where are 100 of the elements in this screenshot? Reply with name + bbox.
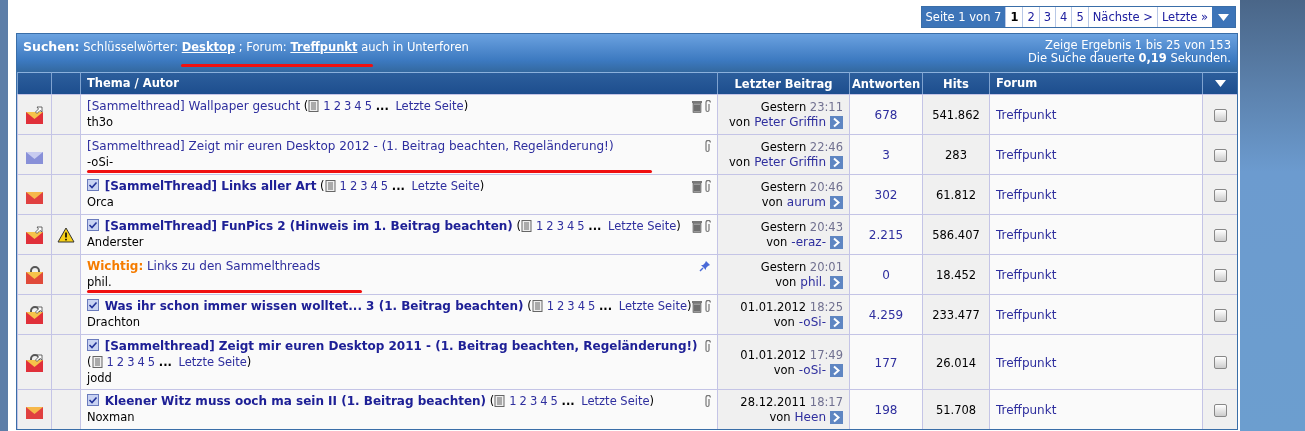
select-checkbox[interactable] bbox=[1213, 308, 1227, 322]
dropdown-button[interactable] bbox=[1212, 7, 1235, 27]
page-link[interactable]: 1 bbox=[323, 99, 331, 113]
column-header bbox=[17, 72, 51, 94]
reply-count-link[interactable]: 2.215 bbox=[868, 227, 904, 243]
page-link[interactable]: 1 bbox=[106, 355, 114, 369]
page-link[interactable]: 3 bbox=[529, 394, 538, 408]
select-checkbox[interactable] bbox=[1213, 148, 1227, 162]
page-link[interactable]: 4 bbox=[354, 99, 362, 113]
user-link[interactable]: aurum bbox=[786, 195, 826, 210]
forum-link[interactable]: Treffpunkt bbox=[996, 307, 1196, 323]
page-link[interactable]: 4 bbox=[567, 219, 575, 233]
forum-link[interactable]: Treffpunkt bbox=[996, 354, 1196, 371]
forum-link[interactable]: Treffpunkt bbox=[996, 267, 1196, 283]
forum-link[interactable]: Treffpunkt bbox=[996, 107, 1196, 123]
page-link[interactable]: 1 bbox=[536, 219, 544, 233]
page-link[interactable]: 5 bbox=[380, 179, 389, 193]
thread-title-link[interactable]: [Sammelthread] Zeigt mir euren Desktop 2011 - (1. Beitrag beachten, Regeländerung!) bbox=[104, 339, 698, 353]
user-link[interactable]: -oSi- bbox=[798, 315, 826, 330]
page-link[interactable]: 3 bbox=[360, 179, 368, 193]
thread-title-link[interactable]: [SammelThread] FunPics 2 (Hinweis im 1. Beitrag beachten) bbox=[104, 219, 513, 233]
page-link[interactable]: 3 bbox=[344, 99, 352, 113]
reply-count-link[interactable]: 678 bbox=[874, 107, 898, 123]
page-link[interactable]: 5 bbox=[588, 299, 596, 313]
page-link[interactable]: 2 bbox=[1022, 7, 1039, 27]
page-link[interactable]: 3 bbox=[127, 355, 135, 369]
forum-link[interactable]: Treffpunkt bbox=[996, 187, 1196, 203]
go-to-post-icon[interactable] bbox=[830, 156, 843, 169]
go-to-post-icon[interactable] bbox=[830, 196, 843, 209]
page-link[interactable]: 3 bbox=[567, 299, 575, 313]
page-link[interactable]: 5 bbox=[364, 99, 372, 113]
thread-title-link[interactable]: [Sammelthread] Wallpaper gesucht bbox=[87, 99, 301, 113]
go-to-post-icon[interactable] bbox=[830, 276, 843, 289]
select-checkbox[interactable] bbox=[1213, 356, 1227, 369]
sticky-label: Wichtig: bbox=[87, 259, 144, 273]
thread-title-link[interactable]: [SammelThread] Links aller Art bbox=[104, 179, 317, 193]
column-header[interactable]: Thema / Autor bbox=[80, 72, 717, 94]
column-header[interactable]: Hits bbox=[922, 72, 989, 94]
last-page-link[interactable]: Letzte Seite bbox=[581, 394, 650, 408]
page-link[interactable]: 2 bbox=[333, 99, 341, 113]
thread-title-link[interactable]: Kleener Witz muss ooch ma sein II (1. Beitrag beachten) bbox=[104, 394, 487, 408]
page-link[interactable]: 4 bbox=[540, 394, 548, 408]
select-checkbox[interactable] bbox=[1213, 108, 1227, 122]
page-link[interactable]: 3 bbox=[556, 219, 564, 233]
reply-count-link[interactable]: 302 bbox=[874, 187, 898, 203]
thread-title-link[interactable]: Links zu den Sammelthreads bbox=[146, 259, 321, 273]
user-link[interactable]: Peter Griffin bbox=[754, 115, 826, 130]
page-link[interactable]: 1 bbox=[509, 394, 517, 408]
page-link[interactable]: 2 bbox=[116, 355, 125, 369]
user-link[interactable]: -eraz- bbox=[791, 235, 826, 250]
page-link[interactable]: 2 bbox=[546, 219, 554, 233]
last-page-link[interactable]: Letzte Seite bbox=[618, 299, 687, 313]
go-to-post-icon[interactable] bbox=[830, 363, 843, 377]
user-link[interactable]: phil. bbox=[800, 275, 826, 290]
go-to-post-icon[interactable] bbox=[830, 411, 843, 424]
page-link[interactable]: 5 bbox=[147, 355, 156, 369]
last-page-link[interactable]: Letzte Seite bbox=[411, 179, 480, 193]
last-page-link[interactable]: Letzte Seite bbox=[608, 219, 677, 233]
page-link[interactable]: 5 bbox=[1071, 7, 1088, 27]
select-checkbox[interactable] bbox=[1213, 403, 1227, 417]
select-checkbox[interactable] bbox=[1213, 228, 1227, 242]
page-link[interactable]: 4 bbox=[137, 355, 145, 369]
page-link[interactable]: 4 bbox=[1055, 7, 1072, 27]
last-page-link[interactable]: Letzte Seite bbox=[395, 99, 464, 113]
user-link[interactable]: Heen bbox=[794, 410, 826, 425]
select-checkbox[interactable] bbox=[1213, 268, 1227, 282]
page-link[interactable]: 5 bbox=[577, 219, 585, 233]
go-to-post-icon[interactable] bbox=[830, 116, 843, 129]
page-link[interactable]: 2 bbox=[519, 394, 527, 408]
page-link[interactable]: 2 bbox=[557, 299, 565, 313]
reply-count-link[interactable]: 3 bbox=[882, 147, 890, 163]
page-link[interactable]: 5 bbox=[550, 394, 558, 408]
reply-count-link[interactable]: 177 bbox=[874, 354, 898, 371]
thread-title-link[interactable]: Was ihr schon immer wissen wolltet... 3 (1. Beitrag beachten) bbox=[104, 299, 524, 313]
forum-link[interactable]: Treffpunkt bbox=[996, 147, 1196, 163]
page-link[interactable]: 1 bbox=[1005, 7, 1023, 27]
column-header[interactable]: Forum bbox=[989, 72, 1202, 94]
column-header[interactable]: Antworten bbox=[849, 72, 922, 94]
select-checkbox[interactable] bbox=[1213, 188, 1227, 202]
user-link[interactable]: -oSi- bbox=[798, 362, 826, 378]
user-link[interactable]: Peter Griffin bbox=[754, 155, 826, 170]
forum-link[interactable]: Treffpunkt bbox=[996, 402, 1196, 418]
column-header[interactable]: Letzter Beitrag bbox=[717, 72, 849, 94]
thread-title-link[interactable]: [Sammelthread] Zeigt mir euren Desktop 2012 - (1. Beitrag beachten, Regeländerung!) bbox=[87, 139, 614, 153]
page-link[interactable]: 1 bbox=[546, 299, 554, 313]
go-to-post-icon[interactable] bbox=[830, 316, 843, 329]
page-link[interactable]: 4 bbox=[577, 299, 585, 313]
page-link[interactable]: 3 bbox=[1038, 7, 1056, 27]
reply-count-link[interactable]: 0 bbox=[882, 267, 890, 283]
go-to-post-icon[interactable] bbox=[830, 236, 843, 249]
column-header[interactable] bbox=[1202, 72, 1237, 94]
page-link[interactable]: 2 bbox=[349, 179, 358, 193]
reply-count-link[interactable]: 4.259 bbox=[868, 307, 904, 323]
page-link[interactable]: 4 bbox=[370, 179, 378, 193]
page-link[interactable]: 1 bbox=[339, 179, 347, 193]
forum-link[interactable]: Treffpunkt bbox=[996, 227, 1196, 243]
dropdown-icon[interactable] bbox=[1214, 80, 1226, 87]
reply-count-link[interactable]: 198 bbox=[874, 402, 898, 418]
last-page-link[interactable]: Letzte Seite bbox=[178, 355, 247, 369]
next-page-link[interactable]: Nächste > bbox=[1087, 7, 1157, 27]
